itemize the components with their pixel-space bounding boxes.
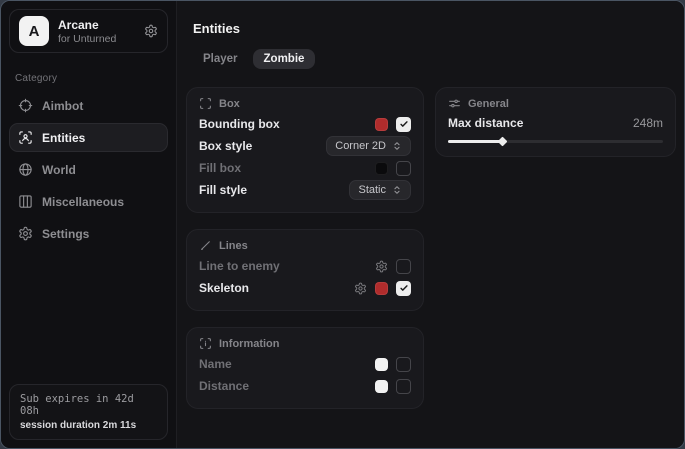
left-column: Box Bounding box Box style xyxy=(186,87,424,409)
checkbox-unchecked[interactable] xyxy=(396,379,411,394)
sidebar-item-label: Settings xyxy=(42,227,89,241)
slider-value: 248m xyxy=(633,116,663,130)
app-titles: Arcane for Unturned xyxy=(58,18,116,45)
gear-icon[interactable] xyxy=(354,282,367,295)
sidebar-item-label: Aimbot xyxy=(42,99,83,113)
page-title: Entities xyxy=(193,21,676,36)
sidebar-nav: Aimbot Entities World Miscellaneous xyxy=(1,91,176,248)
category-label: Category xyxy=(15,73,162,84)
checkbox-checked[interactable] xyxy=(396,281,411,296)
feature-row-distance: Distance xyxy=(199,375,411,397)
sliders-icon xyxy=(448,97,461,110)
lines-card-title: Lines xyxy=(219,240,248,252)
sub-expiry-text: Sub expires in 42d 08h xyxy=(20,393,157,417)
app-name: Arcane xyxy=(58,18,116,32)
feature-row-box-style: Box style Corner 2D xyxy=(199,135,411,157)
color-swatch[interactable] xyxy=(375,162,388,175)
information-card: Information Name Distance xyxy=(186,327,424,409)
lines-card-header: Lines xyxy=(199,239,411,252)
app-header-card: A Arcane for Unturned xyxy=(9,9,168,53)
slider-fill xyxy=(448,140,502,143)
information-card-title: Information xyxy=(219,338,280,350)
color-swatch[interactable] xyxy=(375,358,388,371)
feature-label: Line to enemy xyxy=(199,259,280,273)
feature-row-bounding-box: Bounding box xyxy=(199,113,411,135)
color-swatch[interactable] xyxy=(375,118,388,131)
columns-icon xyxy=(18,194,33,209)
feature-label: Fill style xyxy=(199,183,247,197)
sidebar-item-label: World xyxy=(42,163,76,177)
box-card: Box Bounding box Box style xyxy=(186,87,424,213)
feature-row-name: Name xyxy=(199,353,411,375)
dropdown-value: Static xyxy=(358,184,386,196)
slider-thumb[interactable] xyxy=(497,137,507,147)
entity-tabs: Player Zombie xyxy=(192,49,676,69)
feature-label: Skeleton xyxy=(199,281,249,295)
sidebar-item-label: Miscellaneous xyxy=(42,195,124,209)
sidebar: A Arcane for Unturned Category Aimbot xyxy=(1,1,177,448)
color-swatch[interactable] xyxy=(375,282,388,295)
feature-label: Name xyxy=(199,357,232,371)
gear-icon[interactable] xyxy=(375,260,388,273)
sidebar-item-settings[interactable]: Settings xyxy=(9,219,168,248)
main-panel: Entities Player Zombie Box Bounding box xyxy=(177,1,684,448)
feature-row-line-to-enemy: Line to enemy xyxy=(199,255,411,277)
app-logo-letter: A xyxy=(29,23,40,40)
box-style-dropdown[interactable]: Corner 2D xyxy=(326,136,411,156)
scan-person-icon xyxy=(18,130,33,145)
feature-label: Fill box xyxy=(199,161,241,175)
right-column: General Max distance 248m xyxy=(435,87,676,409)
sidebar-item-aimbot[interactable]: Aimbot xyxy=(9,91,168,120)
crosshair-icon xyxy=(18,98,33,113)
app-window: A Arcane for Unturned Category Aimbot xyxy=(0,0,685,449)
feature-row-skeleton: Skeleton xyxy=(199,277,411,299)
information-card-header: Information xyxy=(199,337,411,350)
globe-icon xyxy=(18,162,33,177)
dropdown-value: Corner 2D xyxy=(335,140,386,152)
content-area: Box Bounding box Box style xyxy=(186,87,676,409)
scan-box-icon xyxy=(199,97,212,110)
feature-row-fill-box: Fill box xyxy=(199,157,411,179)
box-card-title: Box xyxy=(219,98,240,110)
tab-player[interactable]: Player xyxy=(192,49,249,69)
box-card-header: Box xyxy=(199,97,411,110)
app-logo: A xyxy=(19,16,49,46)
app-subtitle: for Unturned xyxy=(58,33,116,45)
subscription-status-card: Sub expires in 42d 08h session duration … xyxy=(9,384,168,440)
color-swatch[interactable] xyxy=(375,380,388,393)
checkbox-unchecked[interactable] xyxy=(396,161,411,176)
max-distance-slider[interactable] xyxy=(448,138,663,145)
fill-style-dropdown[interactable]: Static xyxy=(349,180,411,200)
slider-label: Max distance xyxy=(448,116,523,130)
sidebar-item-miscellaneous[interactable]: Miscellaneous xyxy=(9,187,168,216)
sidebar-item-label: Entities xyxy=(42,131,85,145)
general-card-title: General xyxy=(468,98,509,110)
chevrons-up-down-icon xyxy=(392,185,402,195)
lines-card: Lines Line to enemy Skeleton xyxy=(186,229,424,311)
diagonal-line-icon xyxy=(199,239,212,252)
general-card-header: General xyxy=(448,97,663,110)
feature-label: Bounding box xyxy=(199,117,280,131)
tab-zombie[interactable]: Zombie xyxy=(253,49,316,69)
checkbox-unchecked[interactable] xyxy=(396,357,411,372)
sidebar-item-entities[interactable]: Entities xyxy=(9,123,168,152)
general-card: General Max distance 248m xyxy=(435,87,676,157)
gear-icon[interactable] xyxy=(144,24,158,38)
sidebar-item-world[interactable]: World xyxy=(9,155,168,184)
checkbox-checked[interactable] xyxy=(396,117,411,132)
feature-row-fill-style: Fill style Static xyxy=(199,179,411,201)
feature-label: Distance xyxy=(199,379,249,393)
session-duration-text: session duration 2m 11s xyxy=(20,420,157,431)
gear-icon xyxy=(18,226,33,241)
scan-info-icon xyxy=(199,337,212,350)
max-distance-row: Max distance 248m xyxy=(448,116,663,130)
chevrons-up-down-icon xyxy=(392,141,402,151)
feature-label: Box style xyxy=(199,139,252,153)
checkbox-unchecked[interactable] xyxy=(396,259,411,274)
